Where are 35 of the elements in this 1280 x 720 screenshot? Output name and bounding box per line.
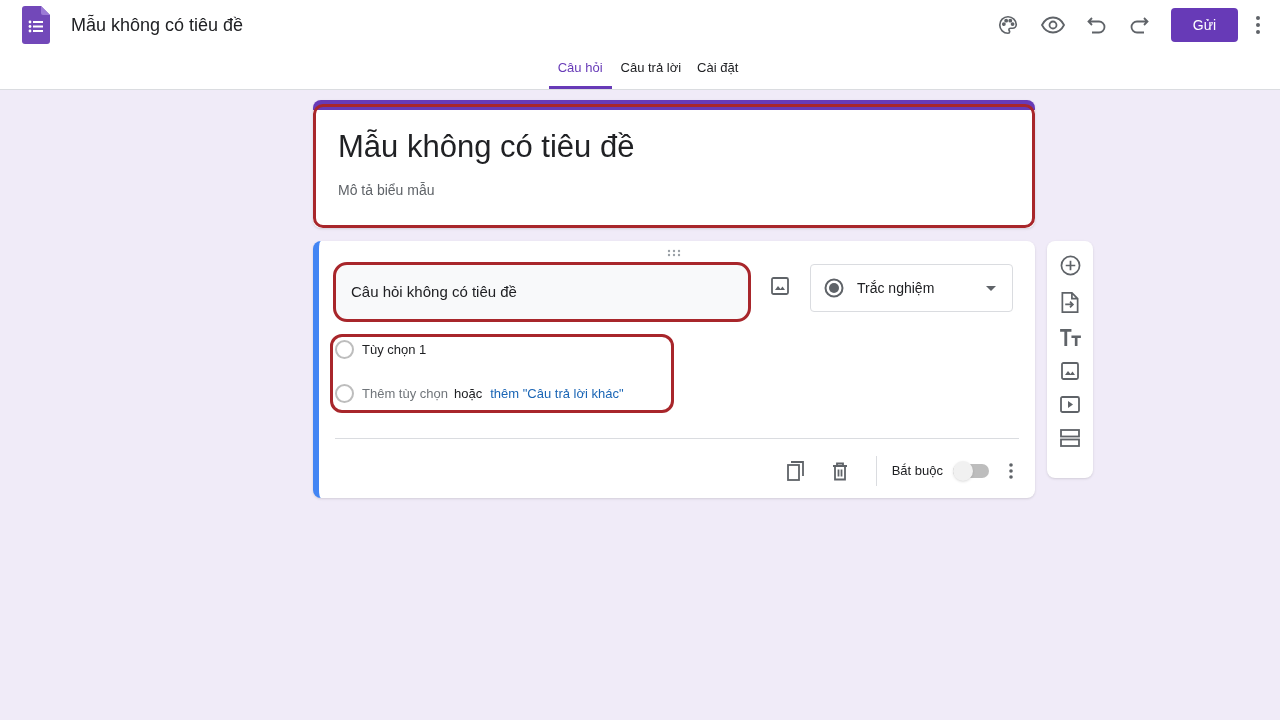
more-options-icon[interactable] <box>1256 16 1260 34</box>
required-toggle[interactable] <box>953 464 989 478</box>
tab[interactable]: Câu hỏi <box>548 50 612 89</box>
caret-icon <box>986 285 996 291</box>
image-icon[interactable] <box>1061 362 1079 380</box>
redo-icon[interactable] <box>1129 16 1149 34</box>
question-type-dropdown[interactable]: Trắc nghiệm <box>810 264 1013 312</box>
add-option-field[interactable]: Thêm tùy chọn <box>362 383 448 403</box>
undo-icon[interactable] <box>1087 16 1107 34</box>
form-title[interactable]: Mẫu không có tiêu đề <box>338 127 1010 167</box>
question-title-field[interactable]: Câu hỏi không có tiêu đề <box>351 280 517 304</box>
forms-logo-icon <box>22 6 50 44</box>
document-title[interactable]: Mẫu không có tiêu đề <box>71 11 244 39</box>
trash-icon[interactable] <box>831 461 848 481</box>
more-options-icon[interactable] <box>1009 463 1013 479</box>
form-description[interactable]: Mô tả biểu mẫu <box>338 180 1010 201</box>
option-field[interactable]: Tùy chọn 1 <box>362 340 427 360</box>
send-button[interactable]: Gửi <box>1171 8 1238 42</box>
add-other-link[interactable]: thêm "Câu trả lời khác" <box>490 383 624 403</box>
or-label: hoặc <box>454 384 483 403</box>
add-circle-icon[interactable] <box>1059 255 1081 276</box>
import-file-icon[interactable] <box>1061 292 1079 313</box>
image-icon[interactable] <box>771 277 789 295</box>
drag-handle-icon[interactable] <box>667 249 681 257</box>
video-icon[interactable] <box>1060 396 1080 413</box>
eye-icon[interactable] <box>1041 16 1065 34</box>
palette-icon[interactable] <box>997 14 1019 36</box>
section-icon[interactable] <box>1060 429 1080 447</box>
question-type-label: Trắc nghiệm <box>857 278 935 298</box>
copy-icon[interactable] <box>786 461 805 481</box>
required-label: Bắt buộc <box>891 462 943 481</box>
tab[interactable]: Câu trả lời <box>613 50 689 89</box>
tab[interactable]: Cài đặt <box>690 50 746 89</box>
text-icon[interactable] <box>1059 329 1081 346</box>
radio-button-icon <box>824 278 844 298</box>
